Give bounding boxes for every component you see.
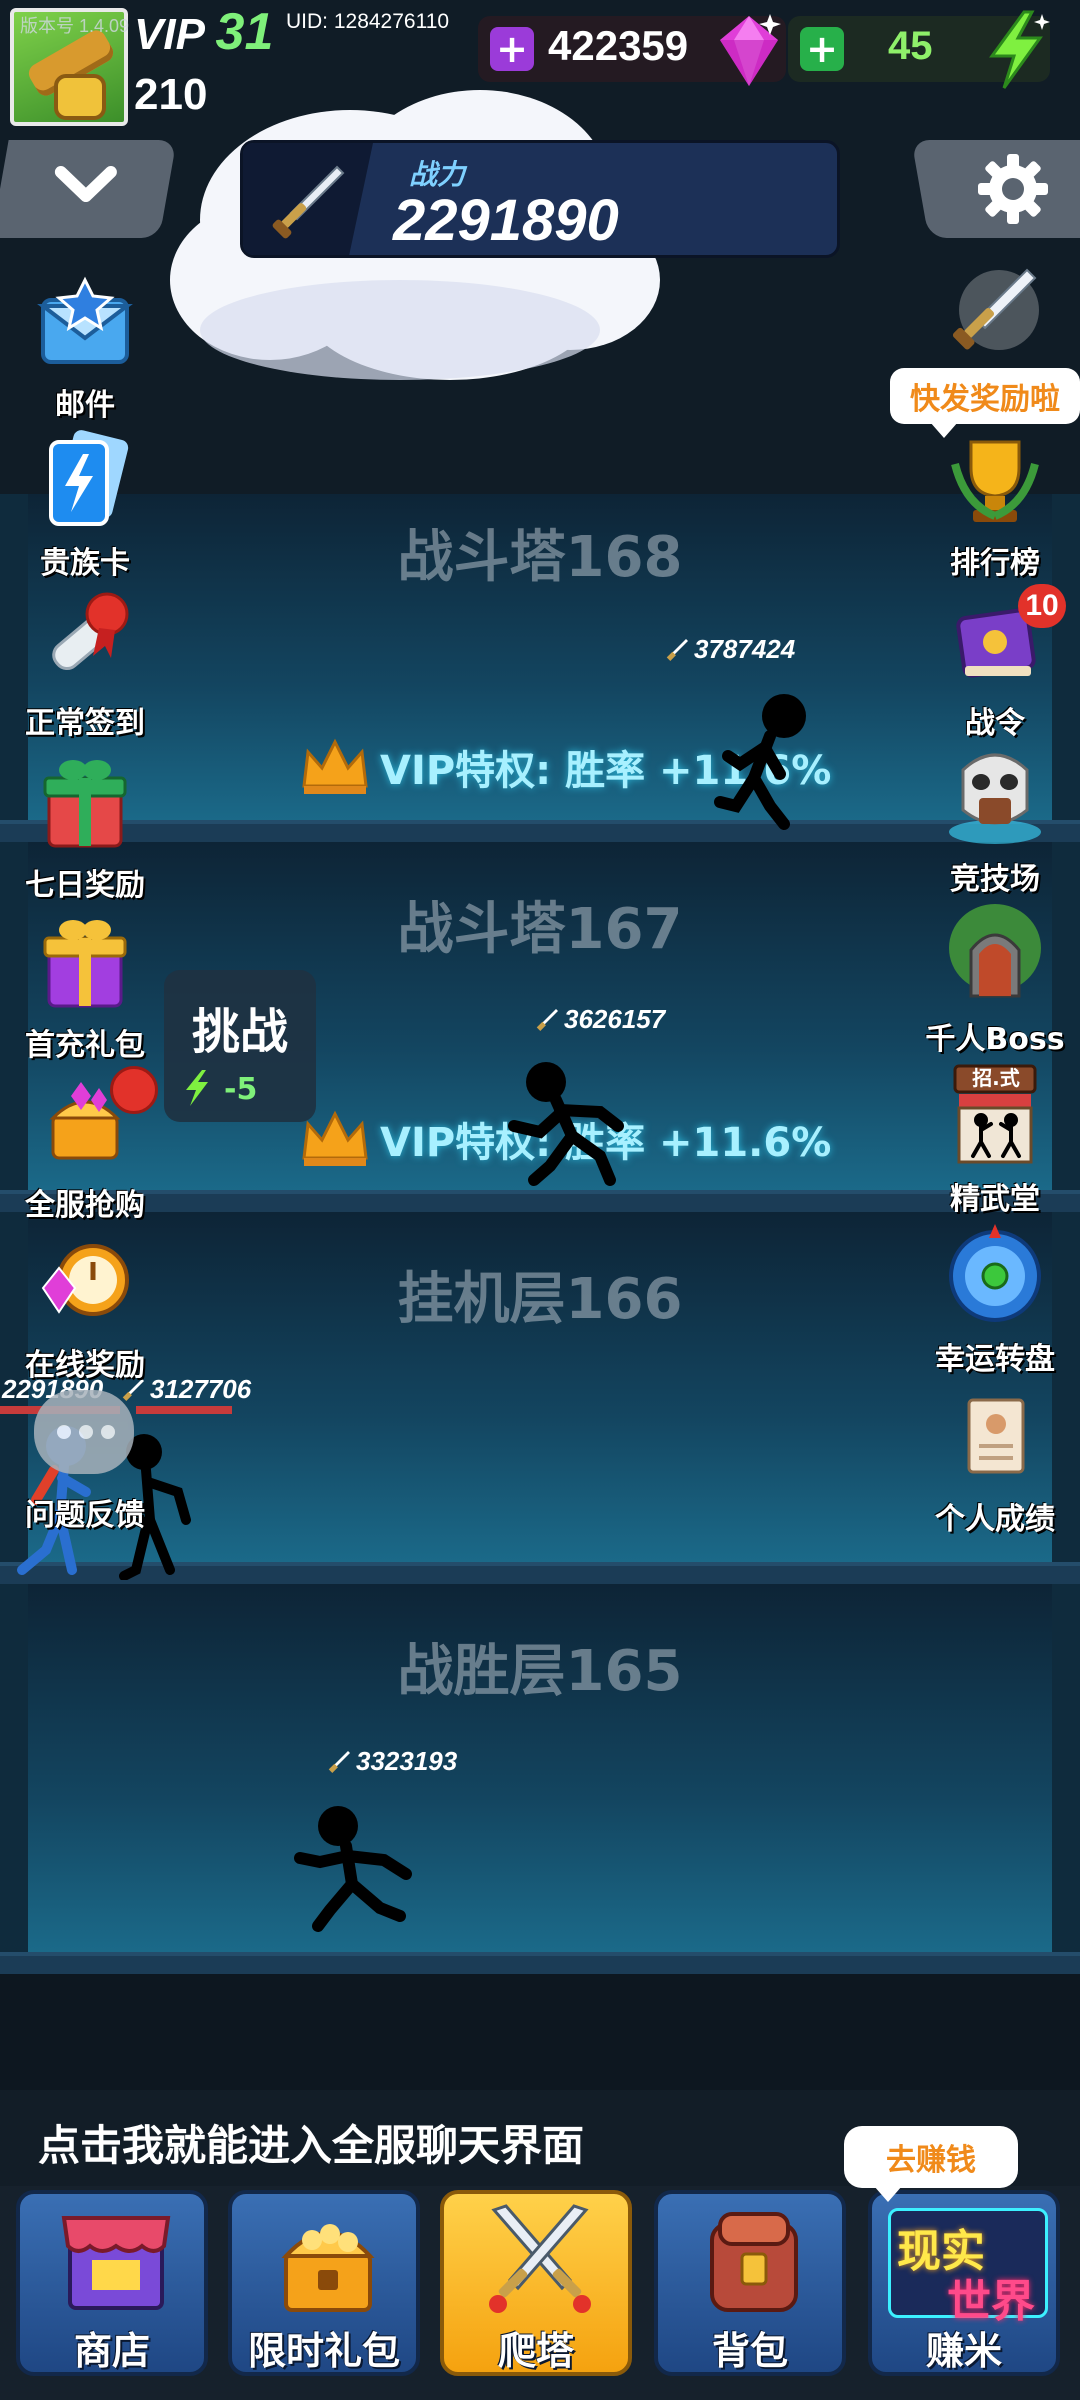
noble-card-icon <box>49 430 129 526</box>
lucky-wheel-icon <box>949 1224 1041 1322</box>
battle-pass-button[interactable]: 10 战令 <box>910 584 1080 742</box>
gem-icon <box>720 14 781 86</box>
enemy-stickman[interactable] <box>500 1056 640 1196</box>
chat-hint[interactable]: 点击我就能进入全服聊天界面 <box>38 2112 584 2173</box>
side-label: 首充礼包 <box>25 1028 145 1063</box>
side-label: 战令 <box>965 706 1025 741</box>
server-flash-sale-button[interactable]: 全服抢购 <box>0 1066 170 1224</box>
crown-icon <box>302 738 368 794</box>
world-boss-button[interactable]: 千人Boss <box>910 900 1080 1058</box>
feedback-chat-icon[interactable] <box>34 1390 134 1474</box>
online-reward-clock-icon <box>41 1244 129 1316</box>
side-label: 问题反馈 <box>25 1498 145 1533</box>
nav-limited-gift[interactable]: 限时礼包 <box>228 2190 420 2376</box>
enemy-hp-bar <box>136 1406 232 1414</box>
enemy-stickman[interactable] <box>290 1800 420 1940</box>
lucky-wheel-button[interactable]: 幸运转盘 <box>910 1220 1080 1378</box>
trophy-icon <box>951 440 1039 522</box>
real-world-icon: 现实 世界 <box>888 2208 1048 2327</box>
backpack-icon <box>710 2212 798 2312</box>
sword-icon <box>328 1750 350 1773</box>
gift-box-icon <box>43 760 127 848</box>
side-label: 贵族卡 <box>40 546 130 581</box>
battle-pass-badge: 10 <box>1018 584 1066 628</box>
floor-title: 战胜层165 <box>397 1639 683 1704</box>
chevron-down-icon <box>54 166 117 202</box>
enemy-power: 3787424 <box>664 634 795 665</box>
notification-dot <box>110 1066 158 1114</box>
side-label: 竞技场 <box>950 862 1040 897</box>
nav-label: 赚米 <box>925 2329 1002 2373</box>
nav-label: 限时礼包 <box>247 2329 400 2373</box>
nav-earn[interactable]: 现实 世界 赚米 <box>868 2190 1060 2376</box>
nav-label: 背包 <box>711 2329 788 2373</box>
nav-backpack[interactable]: 背包 <box>654 2190 846 2376</box>
feedback-button[interactable]: 问题反馈 <box>0 1490 170 1534</box>
lightning-icon <box>989 10 1050 89</box>
challenge-label: 挑战 <box>191 1004 288 1060</box>
sword-icon <box>272 165 345 239</box>
energy-count: 45 <box>888 24 933 68</box>
enemy-power: 3323193 <box>326 1746 457 1777</box>
mail-button[interactable]: 邮件 <box>0 266 170 424</box>
sign-in-scroll-icon <box>52 592 129 671</box>
nav-tower[interactable]: 爬塔 <box>440 2190 632 2376</box>
nav-label: 商店 <box>73 2329 150 2373</box>
sword-icon <box>536 1008 558 1031</box>
lightning-icon <box>186 1070 208 1106</box>
enemy-power: 3626157 <box>534 1004 665 1035</box>
quick-reward-button[interactable] <box>910 258 1080 372</box>
tower-base <box>0 1974 1080 2090</box>
version-label: 版本号 1.4.09 <box>20 16 130 36</box>
add-energy-button[interactable]: + <box>800 27 844 71</box>
power-value: 2291890 <box>393 188 619 253</box>
side-label: 精武堂 <box>950 1182 1040 1217</box>
game-screen: { "header": { "version": "版本号 1.4.09", "… <box>0 0 1080 2400</box>
boss-gate-icon <box>949 904 1041 998</box>
noble-card-button[interactable]: 贵族卡 <box>0 424 170 582</box>
side-label: 在线奖励 <box>25 1348 145 1383</box>
first-recharge-gift-icon <box>43 920 127 1008</box>
seven-day-reward-button[interactable]: 七日奖励 <box>0 746 170 904</box>
personal-record-icon <box>967 1398 1025 1474</box>
sign-in-button[interactable]: 正常签到 <box>0 584 170 742</box>
sword-icon <box>666 638 688 661</box>
side-label: 七日奖励 <box>25 868 145 903</box>
quick-reward-bubble[interactable]: 快发奖励啦 <box>890 368 1080 438</box>
gear-icon <box>978 154 1048 224</box>
dojo-sign: 招.式 <box>972 1066 1020 1090</box>
side-label: 正常签到 <box>25 706 145 741</box>
shop-icon <box>61 2216 171 2310</box>
earn-money-bubble[interactable]: 去赚钱 <box>844 2126 1018 2202</box>
leaderboard-button[interactable]: 排行榜 <box>910 424 1080 582</box>
glowing-sword-icon <box>952 268 1039 350</box>
dojo-button[interactable]: 招.式 精武堂 <box>910 1060 1080 1218</box>
first-recharge-gift-button[interactable]: 首充礼包 <box>0 906 170 1064</box>
side-label: 幸运转盘 <box>935 1342 1055 1377</box>
online-reward-button[interactable]: 在线奖励 <box>0 1226 170 1384</box>
enemy-stickman[interactable] <box>700 686 820 836</box>
nav-label: 爬塔 <box>497 2329 574 2373</box>
side-label: 千人Boss <box>925 1022 1065 1057</box>
nav-shop[interactable]: 商店 <box>16 2190 208 2376</box>
personal-record-button[interactable]: 个人成绩 <box>910 1380 1080 1538</box>
side-label: 排行榜 <box>950 546 1040 581</box>
uid-label: UID: 1284276110 <box>286 10 450 33</box>
settings-button[interactable] <box>911 140 1080 238</box>
combat-power-panel: 战力 2291890 <box>240 140 840 258</box>
challenge-button[interactable]: 挑战 -5 <box>164 970 316 1122</box>
expand-menu-button[interactable] <box>0 140 177 238</box>
crossed-swords-icon <box>489 2204 591 2313</box>
mail-icon <box>37 276 133 364</box>
arena-skull-icon <box>949 753 1041 844</box>
side-label: 邮件 <box>55 388 115 423</box>
limited-gift-icon <box>281 2224 375 2312</box>
challenge-cost: -5 <box>224 1072 258 1107</box>
side-label: 个人成绩 <box>935 1502 1055 1537</box>
side-label: 全服抢购 <box>25 1188 145 1223</box>
arena-button[interactable]: 竞技场 <box>910 740 1080 898</box>
